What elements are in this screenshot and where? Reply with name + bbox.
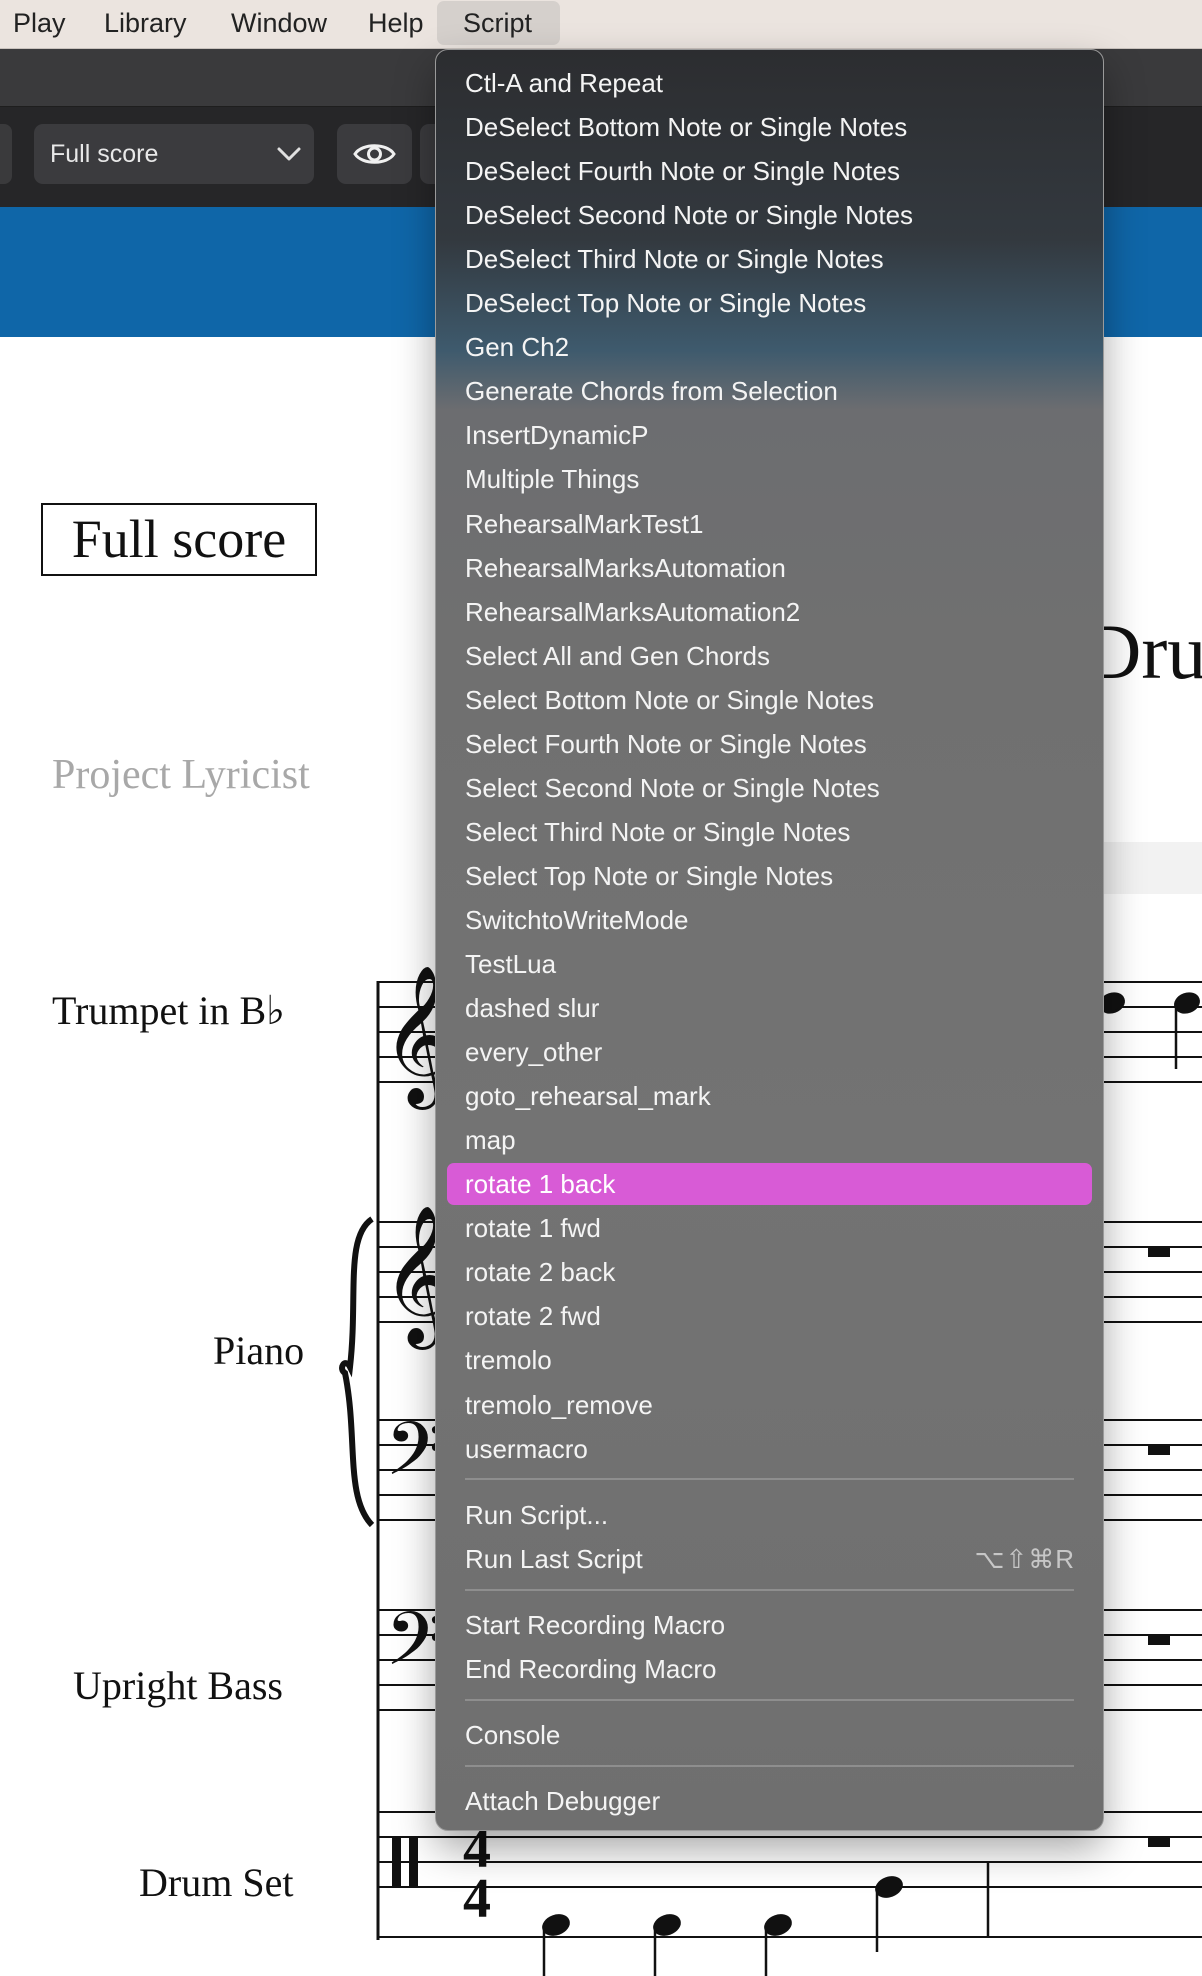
menu-item-attach-debugger[interactable]: Attach Debugger	[447, 1780, 1092, 1822]
menu-item-select-second-note-or-single-notes[interactable]: Select Second Note or Single Notes	[447, 767, 1092, 809]
script-dropdown-menu: Ctl-A and Repeat DeSelect Bottom Note or …	[435, 49, 1104, 1831]
menu-item-select-all-and-gen-chords[interactable]: Select All and Gen Chords	[447, 635, 1092, 677]
menu-item-deselect-top-note-or-single-notes[interactable]: DeSelect Top Note or Single Notes	[447, 282, 1092, 324]
menu-item-deselect-second-note-or-single-notes[interactable]: DeSelect Second Note or Single Notes	[447, 194, 1092, 236]
menu-item-deselect-bottom-note-or-single-notes[interactable]: DeSelect Bottom Note or Single Notes	[447, 106, 1092, 148]
percussion-clef-icon	[392, 1837, 401, 1887]
layout-select[interactable]: Full score	[34, 124, 314, 184]
menu-item-start-recording-macro[interactable]: Start Recording Macro	[447, 1604, 1092, 1646]
menu-item-tremolo-remove[interactable]: tremolo_remove	[447, 1384, 1092, 1426]
menu-item-usermacro[interactable]: usermacro	[447, 1428, 1092, 1470]
menu-item-generate-chords-from-selection[interactable]: Generate Chords from Selection	[447, 370, 1092, 412]
view-toggle-button[interactable]	[337, 124, 412, 184]
menu-item-rotate-1-back[interactable]: rotate 1 back	[447, 1163, 1092, 1206]
menu-item-dashed-slur[interactable]: dashed slur	[447, 987, 1092, 1029]
menu-item-deselect-third-note-or-single-notes[interactable]: DeSelect Third Note or Single Notes	[447, 238, 1092, 280]
menu-play[interactable]: Play	[1, 0, 78, 46]
time-signature-denominator: 4	[463, 1868, 491, 1930]
menu-item-map[interactable]: map	[447, 1119, 1092, 1161]
menu-library[interactable]: Library	[92, 0, 199, 46]
menu-bar: Play Library Window Help Script	[0, 0, 1202, 49]
percussion-clef-icon	[409, 1837, 418, 1887]
eye-icon	[353, 144, 396, 164]
menu-item-select-third-note-or-single-notes[interactable]: Select Third Note or Single Notes	[447, 811, 1092, 853]
chevron-down-icon	[277, 147, 301, 161]
menu-item-gen-ch2[interactable]: Gen Ch2	[447, 326, 1092, 368]
menu-item-run-last-script[interactable]: Run Last Script ⌥⇧⌘R	[447, 1538, 1092, 1580]
menu-item-ctl-a-and-repeat[interactable]: Ctl-A and Repeat	[447, 62, 1092, 104]
menu-separator	[465, 1589, 1074, 1591]
menu-separator	[465, 1478, 1074, 1480]
menu-item-select-top-note-or-single-notes[interactable]: Select Top Note or Single Notes	[447, 855, 1092, 897]
menu-item-select-fourth-note-or-single-notes[interactable]: Select Fourth Note or Single Notes	[447, 723, 1092, 765]
menu-item-rehearsalmarksautomation2[interactable]: RehearsalMarksAutomation2	[447, 591, 1092, 633]
menu-window[interactable]: Window	[219, 0, 339, 46]
menu-separator	[465, 1765, 1074, 1767]
menu-item-multiple-things[interactable]: Multiple Things	[447, 458, 1092, 500]
menu-item-rehearsalmarktest1[interactable]: RehearsalMarkTest1	[447, 503, 1092, 545]
menu-item-switchtowritemode[interactable]: SwitchtoWriteMode	[447, 899, 1092, 941]
menu-item-goto-rehearsal-mark[interactable]: goto_rehearsal_mark	[447, 1075, 1092, 1117]
menu-item-rotate-1-fwd[interactable]: rotate 1 fwd	[447, 1207, 1092, 1249]
menu-item-insertdynamicp[interactable]: InsertDynamicP	[447, 414, 1092, 456]
menu-item-run-script[interactable]: Run Script...	[447, 1494, 1092, 1536]
toolbar-left-control[interactable]	[0, 124, 12, 184]
menu-item-rotate-2-back[interactable]: rotate 2 back	[447, 1251, 1092, 1293]
keyboard-shortcut: ⌥⇧⌘R	[974, 1544, 1075, 1574]
menu-item-deselect-fourth-note-or-single-notes[interactable]: DeSelect Fourth Note or Single Notes	[447, 150, 1092, 192]
menu-item-tremolo[interactable]: tremolo	[447, 1339, 1092, 1381]
menu-item-end-recording-macro[interactable]: End Recording Macro	[447, 1648, 1092, 1690]
menu-item-rehearsalmarksautomation[interactable]: RehearsalMarksAutomation	[447, 547, 1092, 589]
menu-item-rotate-2-fwd[interactable]: rotate 2 fwd	[447, 1295, 1092, 1337]
menu-item-testlua[interactable]: TestLua	[447, 943, 1092, 985]
menu-item-select-bottom-note-or-single-notes[interactable]: Select Bottom Note or Single Notes	[447, 679, 1092, 721]
menu-separator	[465, 1699, 1074, 1701]
menu-help[interactable]: Help	[356, 0, 436, 46]
menu-item-every-other[interactable]: every_other	[447, 1031, 1092, 1073]
menu-item-console[interactable]: Console	[447, 1714, 1092, 1756]
menu-script[interactable]: Script	[437, 1, 561, 45]
layout-select-value: Full score	[50, 140, 159, 168]
whole-rests	[1148, 1247, 1170, 1847]
piano-brace	[339, 1216, 375, 1528]
drum-notes	[542, 1876, 903, 1976]
